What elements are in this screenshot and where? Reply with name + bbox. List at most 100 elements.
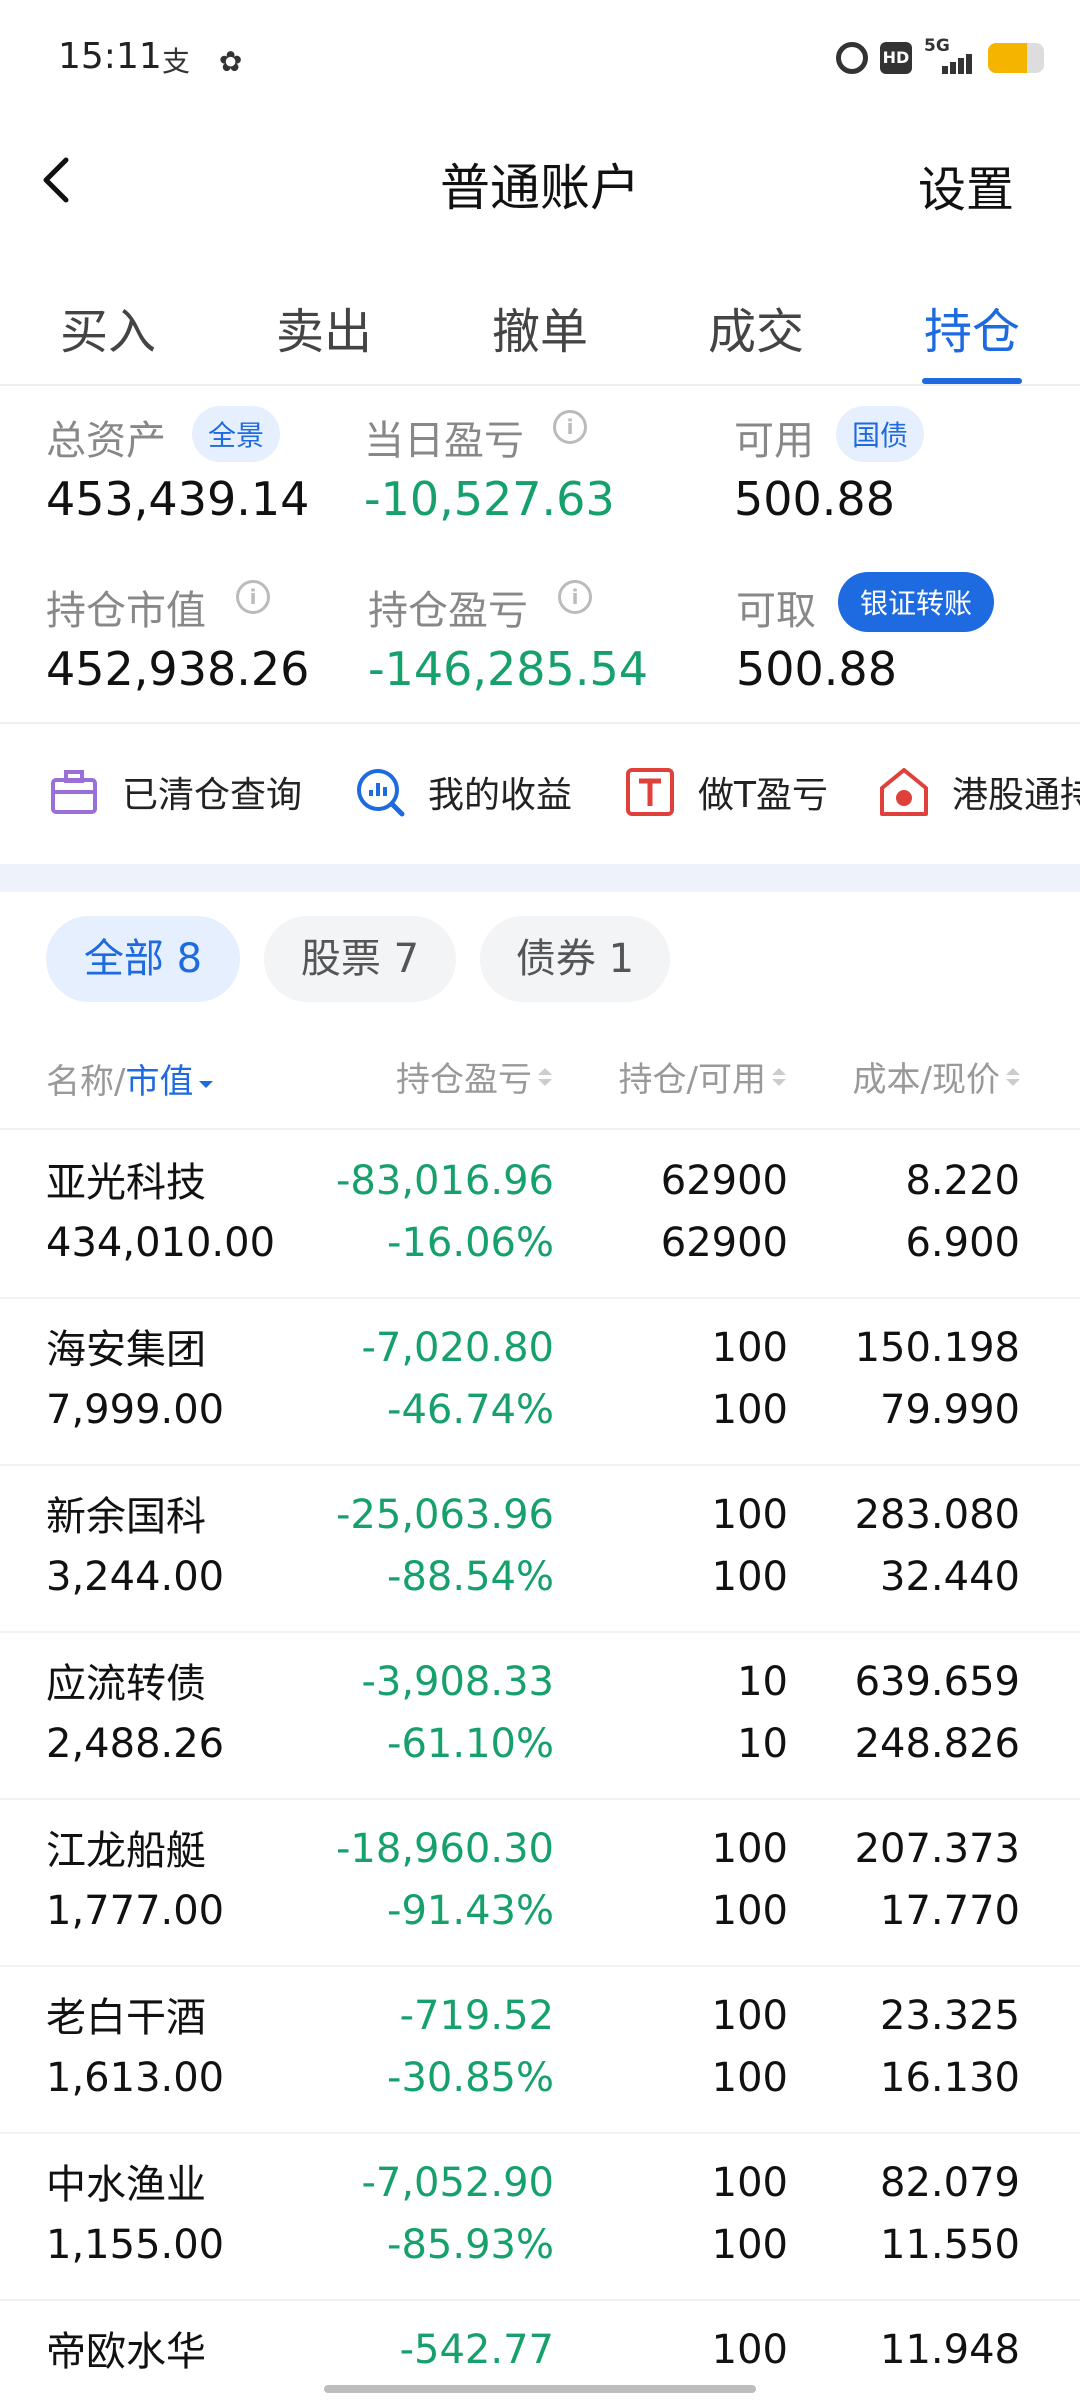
- pl-column-label: 持仓盈亏: [396, 1060, 532, 1100]
- market-value: 452,938.26: [46, 642, 310, 696]
- hd-icon: HD: [880, 42, 912, 74]
- info-icon[interactable]: i: [558, 580, 592, 614]
- hk-connect-link[interactable]: 港股通持: [878, 766, 1080, 818]
- briefcase-icon: [51, 770, 97, 814]
- cleared-positions-link[interactable]: 已清仓查询: [48, 766, 302, 818]
- market-value: 3,244.00: [46, 1554, 225, 1600]
- tab-positions[interactable]: 持仓: [924, 292, 1020, 362]
- position-pl: -18,960.30: [335, 1826, 554, 1872]
- my-earnings-link[interactable]: 我的收益: [354, 766, 572, 818]
- filter-all[interactable]: 全部 8: [46, 916, 240, 1002]
- stock-name: 中水渔业: [46, 2162, 206, 2208]
- position-pl: -719.52: [399, 1993, 554, 2039]
- name-column-label: 名称/: [46, 1062, 126, 1102]
- holding-qty: 100: [711, 1826, 788, 1872]
- table-row[interactable]: 海安集团 7,999.00 -7,020.80 -46.74% 100 100 150.19…: [0, 1299, 1080, 1466]
- holding-qty: 10: [737, 1659, 788, 1705]
- table-row[interactable]: 中水渔业 1,155.00 -7,052.90 -85.93% 100 100 82.079…: [0, 2134, 1080, 2301]
- position-pl-percent: -85.93%: [387, 2222, 554, 2268]
- sort-name-market-value[interactable]: 名称/ 市值: [46, 1054, 214, 1103]
- cost-price: 11.948: [880, 2327, 1020, 2373]
- cost-price: 23.325: [880, 1993, 1020, 2039]
- section-divider: [0, 864, 1080, 892]
- status-right: HD 5G: [836, 36, 1044, 78]
- tab-deals[interactable]: 成交: [708, 292, 804, 362]
- sort-pl[interactable]: 持仓盈亏: [396, 1052, 552, 1101]
- day-trade-pl-link[interactable]: 做T盈亏: [624, 766, 828, 818]
- current-price: 17.770: [880, 1888, 1020, 1934]
- stock-name: 亚光科技: [46, 1160, 206, 1206]
- available-qty: 62900: [660, 1220, 788, 1266]
- market-value: 434,010.00: [46, 1220, 276, 1266]
- settings-button[interactable]: 设置: [918, 150, 1014, 220]
- cost-column-label: 成本/现价: [852, 1060, 1000, 1100]
- table-row[interactable]: 老白干酒 1,613.00 -719.52 -30.85% 100 100 23.325 16…: [0, 1967, 1080, 2134]
- cost-price: 150.198: [854, 1325, 1020, 1371]
- filter-stocks[interactable]: 股票 7: [264, 916, 456, 1002]
- position-pl-value: -146,285.54: [368, 642, 648, 696]
- home-indicator[interactable]: [324, 2385, 756, 2393]
- available-value: 500.88: [734, 472, 895, 526]
- hk-house-icon: [880, 768, 928, 816]
- table-row[interactable]: 新余国科 3,244.00 -25,063.96 -88.54% 100 100 283.0…: [0, 1466, 1080, 1633]
- market-value-column-label: 市值: [125, 1062, 194, 1102]
- position-pl: -25,063.96: [335, 1492, 554, 1538]
- info-icon[interactable]: i: [236, 580, 270, 614]
- withdrawable-value: 500.88: [736, 642, 897, 696]
- current-price: 248.826: [854, 1721, 1020, 1767]
- battery-icon: [988, 43, 1044, 73]
- available-qty: 100: [711, 1888, 788, 1934]
- stock-name: 海安集团: [46, 1327, 206, 1373]
- tab-sell[interactable]: 卖出: [276, 292, 372, 362]
- position-pl: -7,052.90: [361, 2160, 554, 2206]
- table-row[interactable]: 江龙船艇 1,777.00 -18,960.30 -91.43% 100 100 207.3…: [0, 1800, 1080, 1967]
- position-pl: -83,016.96: [335, 1158, 554, 1204]
- tab-buy[interactable]: 买入: [60, 292, 156, 362]
- available-label: 可用: [734, 418, 814, 464]
- status-time: 15:11: [58, 36, 162, 77]
- hk-connect-label: 港股通持: [952, 775, 1080, 816]
- cost-price: 8.220: [905, 1158, 1020, 1204]
- current-price: 11.550: [880, 2222, 1020, 2268]
- position-pl: -3,908.33: [361, 1659, 554, 1705]
- market-value: 7,999.00: [46, 1387, 225, 1433]
- stock-name: 老白干酒: [46, 1995, 206, 2041]
- trade-tabs: 买入 卖出 撤单 成交 持仓: [0, 270, 1080, 386]
- position-pl-percent: -30.85%: [387, 2055, 554, 2101]
- cost-price: 639.659: [854, 1659, 1020, 1705]
- sort-holding[interactable]: 持仓/可用: [619, 1052, 786, 1101]
- tab-cancel[interactable]: 撤单: [492, 292, 588, 362]
- total-assets-value: 453,439.14: [46, 472, 310, 526]
- signal-icon: 5G: [924, 36, 976, 76]
- withdrawable-label: 可取: [736, 588, 816, 634]
- overview-tag[interactable]: 全景: [192, 406, 281, 462]
- holding-qty: 100: [711, 1492, 788, 1538]
- market-value: 1,613.00: [46, 2055, 225, 2101]
- cost-price: 82.079: [880, 2160, 1020, 2206]
- position-pl-percent: -46.74%: [387, 1387, 554, 1433]
- cleared-positions-label: 已清仓查询: [122, 775, 303, 816]
- network-type: 5G: [924, 36, 950, 56]
- position-pl-percent: -91.43%: [387, 1888, 554, 1934]
- holdings-list: 亚光科技 434,010.00 -83,016.96 -16.06% 62900 6290…: [0, 1132, 1080, 2400]
- sort-cost[interactable]: 成本/现价: [853, 1052, 1020, 1101]
- stock-name: 江龙船艇: [46, 1828, 206, 1874]
- sort-caret-icon: [1006, 1067, 1020, 1086]
- bank-transfer-button[interactable]: 银证转账: [838, 572, 995, 632]
- current-price: 6.900: [905, 1220, 1020, 1266]
- current-price: 79.990: [880, 1387, 1020, 1433]
- position-pl: -7,020.80: [361, 1325, 554, 1371]
- info-icon[interactable]: i: [553, 410, 587, 444]
- filter-bonds[interactable]: 债券 1: [480, 916, 670, 1002]
- available-qty: 100: [711, 2222, 788, 2268]
- available-qty: 10: [737, 1721, 788, 1767]
- quick-links: 已清仓查询 我的收益 做T盈亏 港股通持: [0, 726, 1080, 864]
- treasury-tag[interactable]: 国债: [836, 406, 925, 462]
- market-value-label: 持仓市值: [46, 588, 206, 634]
- market-value: 2,488.26: [46, 1721, 225, 1767]
- t-box-icon: [626, 768, 674, 816]
- table-row[interactable]: 亚光科技 434,010.00 -83,016.96 -16.06% 62900 6290…: [0, 1132, 1080, 1299]
- holding-qty: 100: [711, 1993, 788, 2039]
- table-row[interactable]: 应流转债 2,488.26 -3,908.33 -61.10% 10 10 639.659 2…: [0, 1633, 1080, 1800]
- available-qty: 100: [711, 2055, 788, 2101]
